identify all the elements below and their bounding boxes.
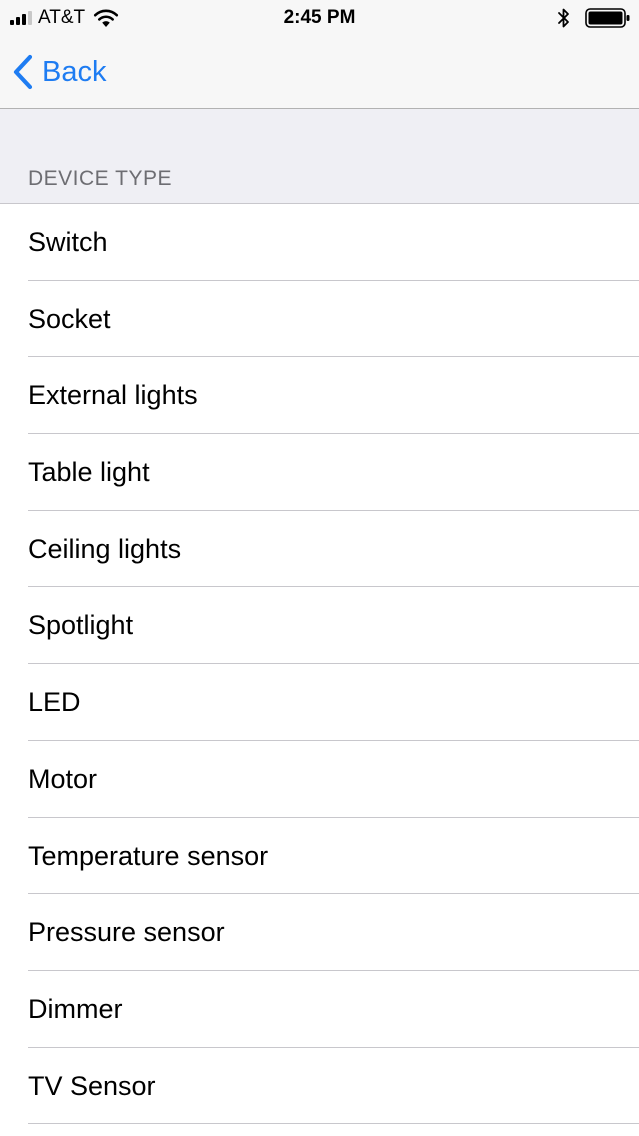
list-item-switch[interactable]: Switch	[0, 204, 639, 281]
list-item-ceiling-lights[interactable]: Ceiling lights	[0, 511, 639, 588]
device-type-list: Switch Socket External lights Table ligh…	[0, 204, 639, 1136]
list-item-led[interactable]: LED	[0, 664, 639, 741]
status-bar: AT&T 2:45 PM	[0, 0, 639, 36]
battery-icon	[585, 8, 630, 28]
list-item-label: TV Sensor	[28, 1070, 156, 1101]
list-item-tv-sensor[interactable]: TV Sensor	[0, 1048, 639, 1125]
list-item-label: External lights	[28, 380, 198, 411]
list-item-label: Motor	[28, 763, 98, 794]
back-label: Back	[42, 56, 107, 88]
list-item-label: Pressure sensor	[28, 917, 225, 948]
back-button[interactable]: Back	[12, 52, 106, 92]
section-title: DEVICE TYPE	[28, 167, 172, 190]
status-time: 2:45 PM	[283, 7, 356, 28]
section-header: DEVICE TYPE	[0, 109, 639, 204]
list-item-motor[interactable]: Motor	[0, 741, 639, 818]
bluetooth-icon	[558, 8, 569, 28]
navigation-bar: Back	[0, 36, 639, 109]
list-item-spotlight[interactable]: Spotlight	[0, 587, 639, 664]
status-right	[557, 6, 631, 30]
list-item-label: LED	[28, 687, 81, 718]
list-item-external-lights[interactable]: External lights	[0, 357, 639, 434]
list-item-temperature-sensor[interactable]: Temperature sensor	[0, 818, 639, 895]
list-item-label: Switch	[28, 227, 108, 257]
list-item-dimmer[interactable]: Dimmer	[0, 971, 639, 1048]
list-item-pressure-sensor[interactable]: Pressure sensor	[0, 894, 639, 971]
list-item-label: Ceiling lights	[28, 533, 182, 564]
list-item-label: Temperature sensor	[28, 840, 269, 871]
list-item-label: Socket	[28, 303, 111, 334]
chevron-left-icon	[13, 54, 33, 90]
list-item-table-light[interactable]: Table light	[0, 434, 639, 511]
list-item-label: Dimmer	[28, 993, 123, 1024]
list-item-label: Table light	[28, 457, 150, 488]
list-item-label: Spotlight	[28, 610, 134, 641]
list-item-socket[interactable]: Socket	[0, 281, 639, 358]
